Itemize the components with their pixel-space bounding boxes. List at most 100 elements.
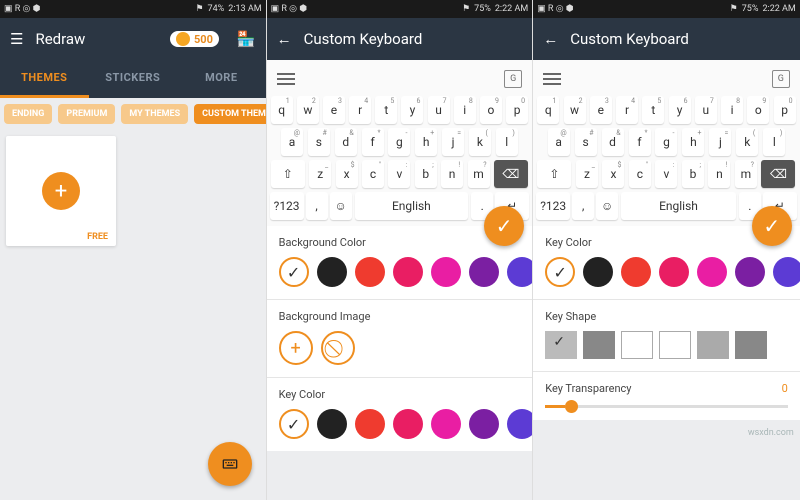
key[interactable]: p0 (506, 96, 528, 124)
key[interactable]: t5 (642, 96, 664, 124)
key[interactable]: i8 (721, 96, 743, 124)
tab-themes[interactable]: THEMES (0, 60, 89, 98)
key[interactable]: English (621, 192, 736, 220)
chip-custom[interactable]: CUSTOM THEMES (194, 104, 265, 124)
tab-more[interactable]: MORE (177, 60, 266, 98)
key[interactable]: h+ (682, 128, 704, 156)
key[interactable]: m? (468, 160, 490, 188)
color-swatch[interactable] (773, 257, 800, 287)
key[interactable]: ☺ (330, 192, 352, 220)
key[interactable]: , (572, 192, 594, 220)
key[interactable]: o9 (480, 96, 502, 124)
key[interactable]: a@ (548, 128, 570, 156)
key[interactable]: q1 (271, 96, 293, 124)
shape-option[interactable] (621, 331, 653, 359)
key[interactable]: g- (388, 128, 410, 156)
key[interactable]: u7 (428, 96, 450, 124)
key[interactable]: a@ (281, 128, 303, 156)
key[interactable]: c" (629, 160, 651, 188)
key[interactable]: q1 (537, 96, 559, 124)
tab-stickers[interactable]: STICKERS (89, 60, 178, 98)
store-icon[interactable]: 🏪 (237, 30, 256, 48)
key[interactable]: b; (682, 160, 704, 188)
transparency-slider[interactable] (545, 405, 788, 408)
key[interactable]: ?123 (270, 192, 304, 220)
color-swatch[interactable] (621, 257, 651, 287)
hamburger-icon[interactable] (543, 73, 561, 85)
key[interactable]: ?123 (536, 192, 570, 220)
key[interactable]: y6 (401, 96, 423, 124)
color-swatch[interactable]: ✓ (279, 257, 309, 287)
key[interactable]: p0 (774, 96, 796, 124)
add-image-button[interactable]: + (279, 331, 313, 365)
key[interactable]: z_ (309, 160, 331, 188)
keyboard-fab[interactable] (208, 442, 252, 486)
shape-option[interactable] (659, 331, 691, 359)
key[interactable]: k( (469, 128, 491, 156)
color-swatch[interactable] (583, 257, 613, 287)
key[interactable]: n! (708, 160, 730, 188)
key[interactable]: v: (655, 160, 677, 188)
key[interactable]: English (355, 192, 469, 220)
key[interactable]: m? (735, 160, 757, 188)
key[interactable]: e3 (323, 96, 345, 124)
key[interactable]: z_ (576, 160, 598, 188)
key[interactable]: n! (441, 160, 463, 188)
key[interactable]: d& (335, 128, 357, 156)
key[interactable]: t5 (375, 96, 397, 124)
key[interactable]: ⌫ (494, 160, 528, 188)
key[interactable]: y6 (669, 96, 691, 124)
color-swatch[interactable] (507, 409, 534, 439)
shape-option[interactable] (545, 331, 577, 359)
color-swatch[interactable] (355, 257, 385, 287)
key[interactable]: j= (709, 128, 731, 156)
chip-trending[interactable]: ENDING (4, 104, 52, 124)
key[interactable]: k( (736, 128, 758, 156)
color-swatch[interactable] (431, 257, 461, 287)
color-swatch[interactable] (697, 257, 727, 287)
key[interactable]: ☺ (596, 192, 618, 220)
color-swatch[interactable] (393, 409, 423, 439)
key[interactable]: h+ (415, 128, 437, 156)
key[interactable]: ⌫ (761, 160, 795, 188)
key[interactable]: ⇧ (537, 160, 571, 188)
key[interactable]: i8 (454, 96, 476, 124)
translate-icon[interactable]: G (772, 70, 790, 88)
shape-option[interactable] (697, 331, 729, 359)
color-swatch[interactable] (469, 409, 499, 439)
key[interactable]: r4 (349, 96, 371, 124)
key[interactable]: x$ (602, 160, 624, 188)
key[interactable]: w2 (564, 96, 586, 124)
color-swatch[interactable] (317, 409, 347, 439)
key[interactable]: j= (442, 128, 464, 156)
key[interactable]: s# (575, 128, 597, 156)
key[interactable]: g- (655, 128, 677, 156)
color-swatch[interactable]: ✓ (279, 409, 309, 439)
coin-badge[interactable]: 500 (170, 31, 219, 47)
key[interactable]: v: (388, 160, 410, 188)
shape-option[interactable] (583, 331, 615, 359)
theme-card-add[interactable]: + FREE (6, 136, 116, 246)
key[interactable]: w2 (297, 96, 319, 124)
color-swatch[interactable] (393, 257, 423, 287)
menu-icon[interactable]: ☰ (10, 30, 23, 48)
color-swatch[interactable]: ✓ (545, 257, 575, 287)
key[interactable]: f* (629, 128, 651, 156)
key[interactable]: d& (602, 128, 624, 156)
translate-icon[interactable]: G (504, 70, 522, 88)
key[interactable]: , (306, 192, 328, 220)
chip-premium[interactable]: PREMIUM (58, 104, 115, 124)
key[interactable]: x$ (336, 160, 358, 188)
key[interactable]: f* (362, 128, 384, 156)
key[interactable]: b; (415, 160, 437, 188)
color-swatch[interactable] (431, 409, 461, 439)
color-swatch[interactable] (317, 257, 347, 287)
key[interactable]: c" (362, 160, 384, 188)
color-swatch[interactable] (659, 257, 689, 287)
color-swatch[interactable] (507, 257, 534, 287)
key[interactable]: s# (308, 128, 330, 156)
key[interactable]: u7 (695, 96, 717, 124)
back-icon[interactable]: ← (543, 30, 558, 48)
shape-option[interactable] (735, 331, 767, 359)
hamburger-icon[interactable] (277, 73, 295, 85)
